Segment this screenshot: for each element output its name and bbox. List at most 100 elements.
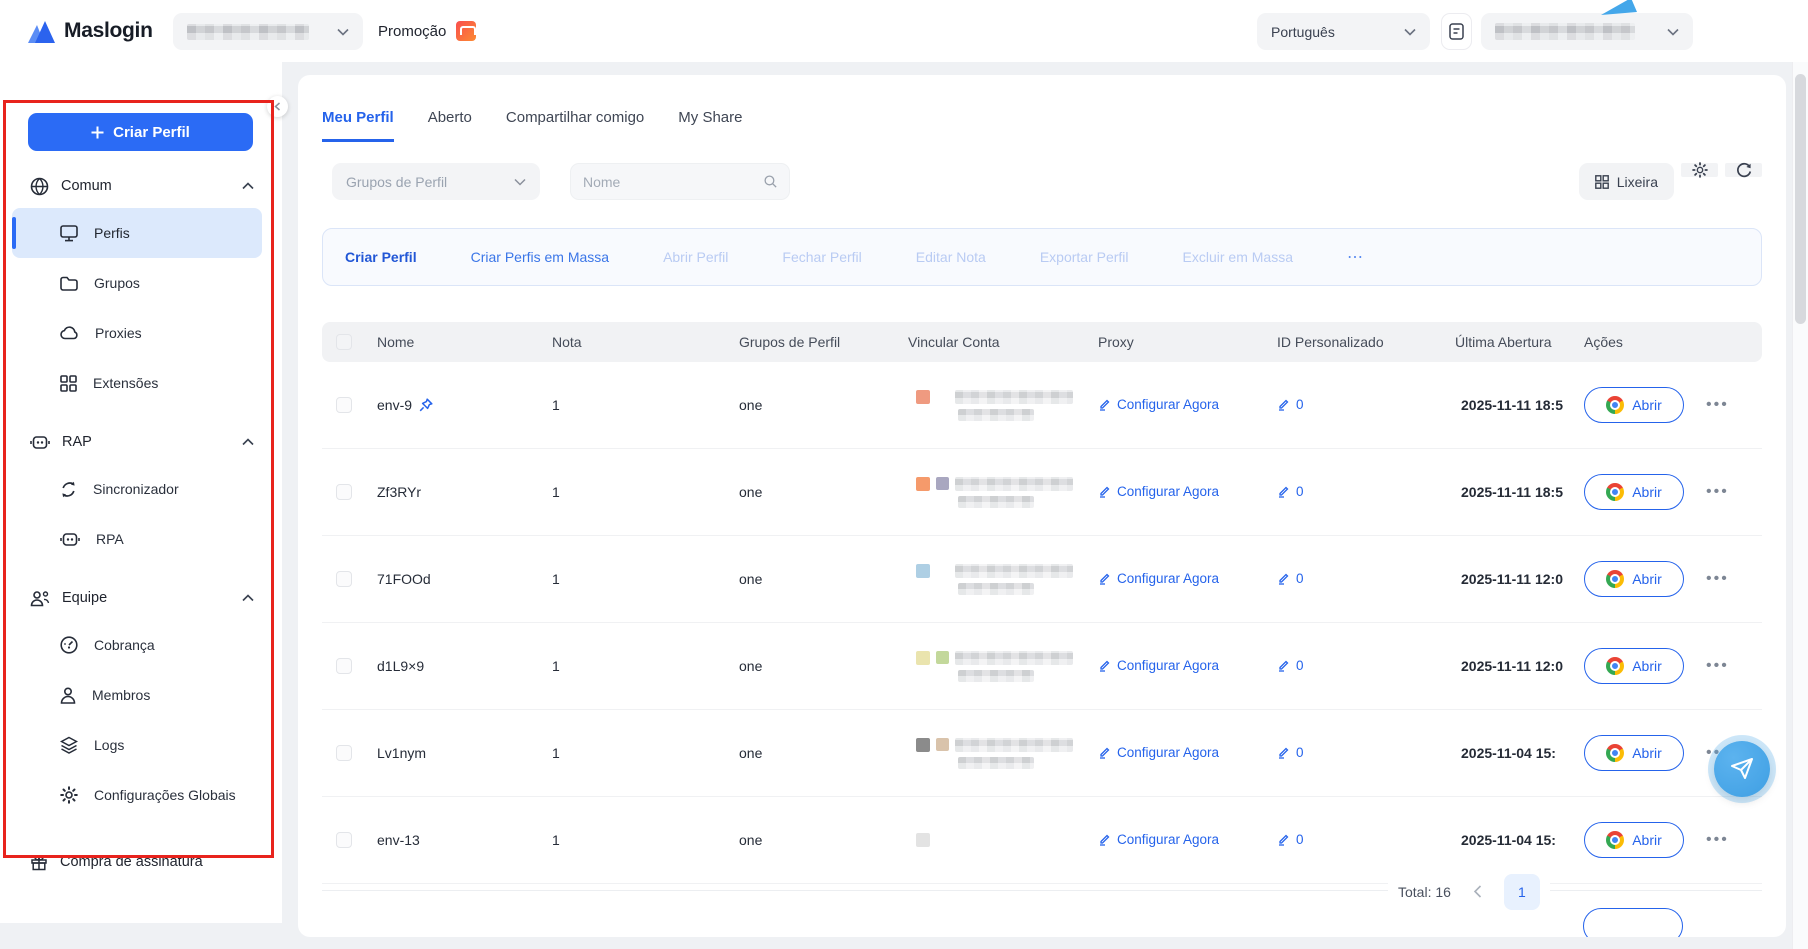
sidebar-item-grupos[interactable]: Grupos bbox=[12, 258, 262, 308]
pin-icon[interactable] bbox=[419, 397, 433, 413]
row-more-button[interactable]: ••• bbox=[1706, 570, 1729, 588]
telegram-float-button[interactable] bbox=[1714, 741, 1770, 797]
action-editar-nota[interactable]: Editar Nota bbox=[916, 249, 986, 265]
name-search-input[interactable] bbox=[583, 173, 764, 190]
tab-my-share[interactable]: My Share bbox=[678, 109, 742, 142]
row-checkbox[interactable] bbox=[335, 745, 352, 761]
sidebar-item-sincronizador[interactable]: Sincronizador bbox=[12, 464, 262, 514]
toolbar-right: Lixeira bbox=[1578, 162, 1762, 200]
open-profile-button-partial[interactable] bbox=[1583, 908, 1683, 937]
open-profile-button[interactable]: Abrir bbox=[1584, 474, 1684, 510]
account-avatar bbox=[916, 476, 930, 491]
trash-button[interactable]: Lixeira bbox=[1578, 163, 1674, 200]
action-criar-perfil[interactable]: Criar Perfil bbox=[345, 249, 417, 265]
layers-icon bbox=[60, 736, 78, 754]
sidebar-item-compra-de-assinatura[interactable]: Compra de assinatura bbox=[0, 840, 274, 884]
tab-aberto[interactable]: Aberto bbox=[428, 109, 472, 142]
configure-proxy-link[interactable]: Configurar Agora bbox=[1098, 571, 1219, 586]
sidebar-section-equipe[interactable]: Equipe bbox=[0, 576, 274, 620]
docs-button[interactable] bbox=[1441, 13, 1472, 50]
action-fechar-perfil[interactable]: Fechar Perfil bbox=[782, 249, 861, 265]
language-selector[interactable]: Português bbox=[1257, 13, 1430, 50]
prev-page-button[interactable] bbox=[1473, 885, 1482, 898]
configure-proxy-link[interactable]: Configurar Agora bbox=[1098, 484, 1219, 499]
grid-icon bbox=[60, 374, 77, 392]
sidebar-item-extensoes[interactable]: Extensões bbox=[12, 358, 262, 408]
name-search bbox=[570, 163, 790, 200]
custom-id-edit[interactable]: 0 bbox=[1277, 832, 1304, 847]
promo-link[interactable]: Promoção bbox=[378, 0, 477, 62]
globe-icon bbox=[30, 177, 49, 196]
custom-id-edit[interactable]: 0 bbox=[1277, 658, 1304, 673]
page-number[interactable]: 1 bbox=[1503, 873, 1540, 910]
action-abrir-perfil[interactable]: Abrir Perfil bbox=[663, 249, 728, 265]
sidebar-item-logs[interactable]: Logs bbox=[12, 720, 262, 770]
row-checkbox[interactable] bbox=[335, 832, 352, 848]
sidebar-item-perfis[interactable]: Perfis bbox=[12, 208, 262, 258]
sidebar-item-label: Sincronizador bbox=[93, 481, 179, 497]
row-checkbox[interactable] bbox=[335, 484, 352, 500]
open-profile-button[interactable]: Abrir bbox=[1584, 822, 1684, 858]
scrollbar-thumb[interactable] bbox=[1795, 74, 1806, 324]
action-excluir-em-massa[interactable]: Excluir em Massa bbox=[1183, 249, 1293, 265]
custom-id-edit[interactable]: 0 bbox=[1277, 397, 1304, 412]
search-icon[interactable] bbox=[764, 174, 777, 189]
user-menu[interactable] bbox=[1481, 13, 1693, 50]
promo-label: Promoção bbox=[378, 22, 447, 40]
profile-name: Zf3RYr bbox=[377, 484, 422, 500]
action-more[interactable]: ⋯ bbox=[1347, 247, 1365, 267]
chrome-icon bbox=[1606, 831, 1625, 849]
sidebar-collapse-button[interactable] bbox=[267, 96, 288, 117]
open-profile-button[interactable]: Abrir bbox=[1584, 648, 1684, 684]
row-more-button[interactable]: ••• bbox=[1706, 831, 1729, 849]
action-criar-perfis-em-massa[interactable]: Criar Perfis em Massa bbox=[471, 249, 609, 265]
custom-id-edit[interactable]: 0 bbox=[1277, 571, 1304, 586]
refresh-button[interactable] bbox=[1725, 162, 1762, 178]
configure-proxy-link[interactable]: Configurar Agora bbox=[1098, 658, 1219, 673]
sidebar-item-membros[interactable]: Membros bbox=[12, 670, 262, 720]
linked-account-blurred bbox=[896, 389, 1086, 421]
column-header-ultima-abertura: Última Abertura bbox=[1455, 334, 1552, 350]
page-scrollbar[interactable] bbox=[1792, 62, 1808, 949]
create-profile-button[interactable]: Criar Perfil bbox=[28, 113, 253, 151]
open-profile-button[interactable]: Abrir bbox=[1584, 387, 1684, 423]
profile-groups-select[interactable]: Grupos de Perfil bbox=[332, 163, 540, 200]
maslogin-logo-icon bbox=[28, 20, 55, 43]
language-value: Português bbox=[1271, 23, 1335, 40]
row-checkbox[interactable] bbox=[335, 571, 352, 587]
row-more-button[interactable]: ••• bbox=[1706, 396, 1729, 414]
tab-meu-perfil[interactable]: Meu Perfil bbox=[322, 109, 394, 142]
profile-name: Lv1nym bbox=[377, 745, 427, 761]
settings-button[interactable] bbox=[1681, 162, 1718, 178]
configure-proxy-link[interactable]: Configurar Agora bbox=[1098, 745, 1219, 760]
table-header: Nome Nota Grupos de Perfil Vincular Cont… bbox=[322, 322, 1762, 362]
row-checkbox[interactable] bbox=[335, 658, 352, 674]
row-checkbox[interactable] bbox=[335, 397, 352, 413]
configure-proxy-link[interactable]: Configurar Agora bbox=[1098, 397, 1219, 412]
open-profile-button[interactable]: Abrir bbox=[1584, 735, 1684, 771]
action-exportar-perfil[interactable]: Exportar Perfil bbox=[1040, 249, 1129, 265]
sidebar-item-label: Configurações Globais bbox=[94, 787, 236, 803]
row-more-button[interactable]: ••• bbox=[1706, 657, 1729, 675]
team-selector[interactable] bbox=[173, 13, 363, 50]
custom-id-edit[interactable]: 0 bbox=[1277, 484, 1304, 499]
custom-id-edit[interactable]: 0 bbox=[1277, 745, 1304, 760]
sidebar-section-comum[interactable]: Comum bbox=[0, 164, 274, 208]
sidebar-item-rpa[interactable]: RPA bbox=[12, 514, 262, 564]
sidebar-item-proxies[interactable]: Proxies bbox=[12, 308, 262, 358]
row-more-button[interactable]: ••• bbox=[1706, 483, 1729, 501]
column-header-vincular-conta: Vincular Conta bbox=[908, 334, 1000, 350]
chrome-icon bbox=[1606, 570, 1625, 588]
sidebar-section-rap[interactable]: RAP bbox=[0, 420, 274, 464]
sidebar-item-cobranca[interactable]: Cobrança bbox=[12, 620, 262, 670]
configure-proxy-link[interactable]: Configurar Agora bbox=[1098, 832, 1219, 847]
last-open-date: 2025-11-11 18:5 bbox=[1461, 397, 1563, 413]
robot-icon bbox=[30, 434, 50, 450]
select-all-checkbox[interactable] bbox=[335, 334, 352, 350]
tab-compartilhar-comigo[interactable]: Compartilhar comigo bbox=[506, 109, 644, 142]
team-icon bbox=[30, 590, 50, 607]
open-profile-button[interactable]: Abrir bbox=[1584, 561, 1684, 597]
sync-icon bbox=[60, 481, 77, 498]
sidebar-item-configuracoes-globais[interactable]: Configurações Globais bbox=[12, 770, 262, 820]
custom-id-value: 0 bbox=[1296, 657, 1304, 673]
